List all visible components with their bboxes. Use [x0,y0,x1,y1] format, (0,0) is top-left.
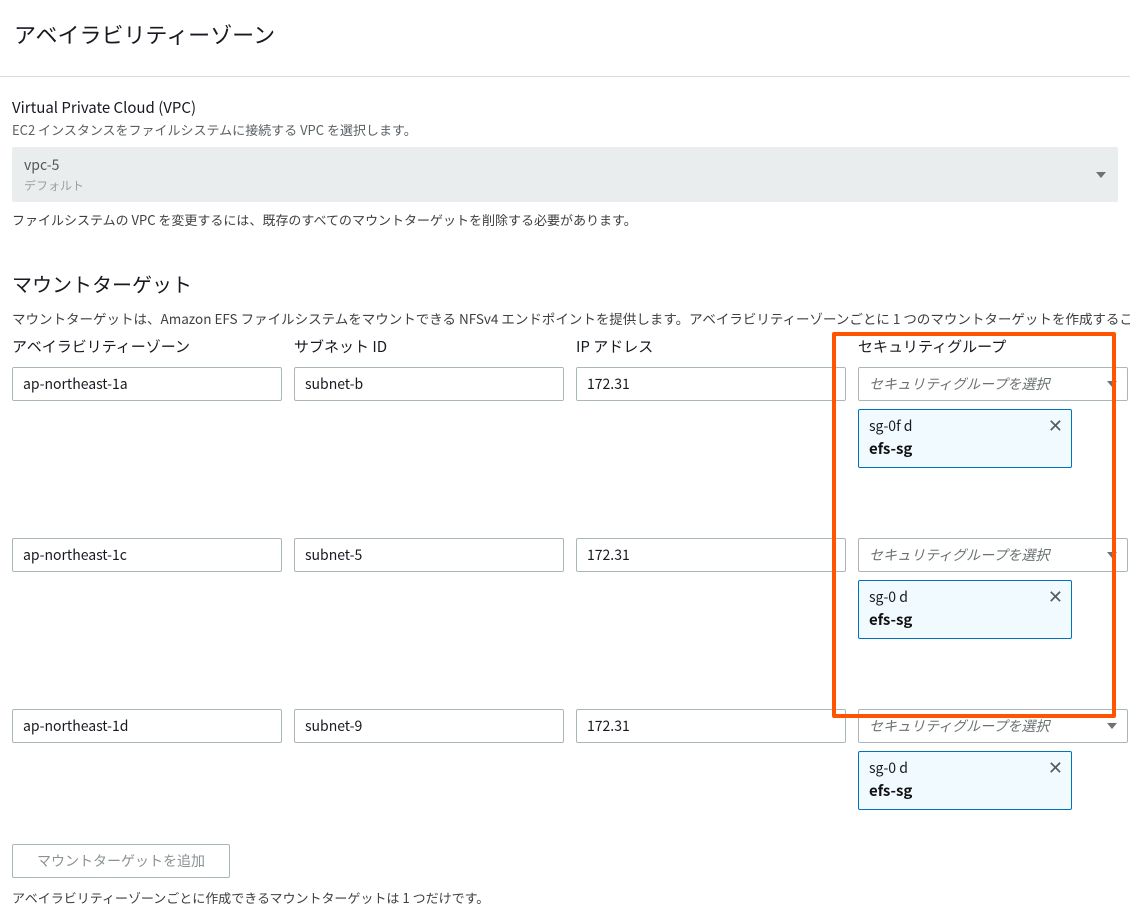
col-ip: IP アドレス [576,336,846,357]
sg-name: efs-sg [869,609,1061,630]
vpc-desc: EC2 インスタンスをファイルシステムに接続する VPC を選択します。 [12,120,1118,139]
az-input[interactable]: ap-northeast-1d [12,709,282,743]
mount-desc: マウントターゲットは、Amazon EFS ファイルシステムをマウントできる N… [0,308,1130,328]
vpc-dropdown[interactable]: vpc-5 デフォルト [12,147,1118,202]
sg-dropdown[interactable]: セキュリティグループを選択 [858,367,1128,401]
mount-heading: マウントターゲット [0,269,1130,298]
ip-input[interactable]: 172.31 [576,709,846,743]
sg-id: sg-0 d [869,587,1061,607]
vpc-label: Virtual Private Cloud (VPC) [12,97,1118,118]
caret-down-icon [1096,172,1106,178]
add-mount-target-button[interactable]: マウントターゲットを追加 [12,844,230,878]
mount-foot-note: アベイラビリティーゾーンごとに作成できるマウントターゲットは 1 つだけです。 [0,884,1130,921]
table-row: ap-northeast-1d subnet-9 172.31 セキュリティグル… [12,709,1118,810]
az-input[interactable]: ap-northeast-1c [12,538,282,572]
grid-headers: アベイラビリティーゾーン サブネット ID IP アドレス セキュリティグループ [12,336,1118,357]
sg-placeholder: セキュリティグループを選択 [869,716,1049,736]
vpc-note: ファイルシステムの VPC を変更するには、既存のすべてのマウントターゲットを削… [12,210,1118,229]
mount-target-grid: アベイラビリティーゾーン サブネット ID IP アドレス セキュリティグループ… [0,336,1130,810]
sg-dropdown[interactable]: セキュリティグループを選択 [858,709,1128,743]
col-az: アベイラビリティーゾーン [12,336,282,357]
page-title: アベイラビリティーゾーン [14,18,1116,50]
sg-cell: セキュリティグループを選択 sg-0f d efs-sg ✕ [858,367,1128,468]
subnet-input[interactable]: subnet-b [294,367,564,401]
sg-id: sg-0 d [869,758,1061,778]
vpc-selected-id: vpc-5 [24,155,84,175]
page-header: アベイラビリティーゾーン [0,0,1130,77]
close-icon[interactable]: ✕ [1048,758,1063,776]
col-subnet: サブネット ID [294,336,564,357]
caret-down-icon [1107,723,1117,729]
sg-cell: セキュリティグループを選択 sg-0 d efs-sg ✕ [858,538,1128,639]
table-row: ap-northeast-1a subnet-b 172.31 セキュリティグル… [12,367,1118,468]
ip-input[interactable]: 172.31 [576,367,846,401]
ip-input[interactable]: 172.31 [576,538,846,572]
col-sg: セキュリティグループ [858,336,1128,357]
sg-id: sg-0f d [869,416,1061,436]
sg-token: sg-0 d efs-sg ✕ [858,751,1072,810]
sg-token: sg-0 d efs-sg ✕ [858,580,1072,639]
sg-name: efs-sg [869,780,1061,801]
subnet-input[interactable]: subnet-5 [294,538,564,572]
sg-cell: セキュリティグループを選択 sg-0 d efs-sg ✕ [858,709,1128,810]
sg-placeholder: セキュリティグループを選択 [869,374,1049,394]
caret-down-icon [1107,381,1117,387]
close-icon[interactable]: ✕ [1048,416,1063,434]
sg-name: efs-sg [869,438,1061,459]
sg-dropdown[interactable]: セキュリティグループを選択 [858,538,1128,572]
close-icon[interactable]: ✕ [1048,587,1063,605]
table-row: ap-northeast-1c subnet-5 172.31 セキュリティグル… [12,538,1118,639]
sg-placeholder: セキュリティグループを選択 [869,545,1049,565]
caret-down-icon [1107,552,1117,558]
sg-token: sg-0f d efs-sg ✕ [858,409,1072,468]
vpc-default-label: デフォルト [24,177,84,194]
vpc-section: Virtual Private Cloud (VPC) EC2 インスタンスをフ… [0,77,1130,239]
az-input[interactable]: ap-northeast-1a [12,367,282,401]
subnet-input[interactable]: subnet-9 [294,709,564,743]
